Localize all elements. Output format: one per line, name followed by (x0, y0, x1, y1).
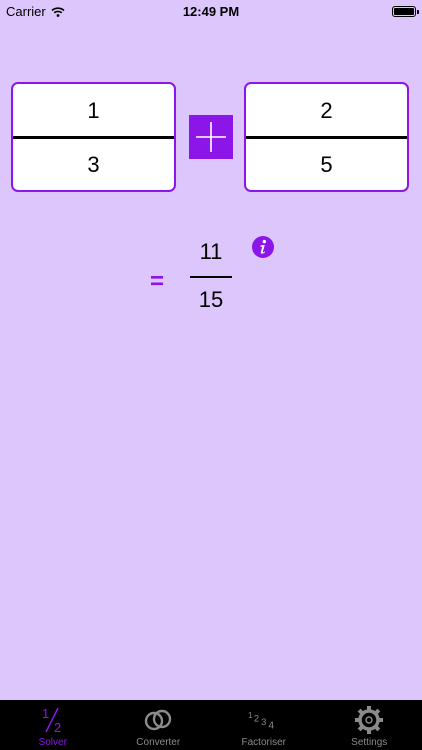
tab-settings-label: Settings (351, 737, 388, 748)
fraction-a-divider (13, 136, 174, 139)
tab-solver[interactable]: 1 2 Solver (0, 700, 106, 750)
tab-factoriser-label: Factoriser (241, 737, 286, 748)
svg-text:1: 1 (42, 706, 49, 721)
result-divider (190, 276, 232, 278)
status-bar: Carrier 12:49 PM (0, 0, 422, 22)
tab-settings[interactable]: Settings (317, 700, 422, 750)
fraction-b-denominator-input[interactable] (246, 140, 407, 190)
tab-converter-label: Converter (136, 737, 181, 748)
fraction-b-box (244, 82, 409, 192)
result-denominator: 15 (198, 287, 224, 312)
svg-text:2: 2 (54, 720, 61, 735)
svg-text:2: 2 (254, 713, 259, 724)
numbers-1234-icon: 1 2 3 4 (248, 711, 274, 732)
tab-converter[interactable]: Converter (106, 700, 212, 750)
plus-icon (196, 122, 226, 152)
fraction-a-numerator-input[interactable] (13, 86, 174, 136)
operator-button[interactable] (189, 115, 233, 159)
gear-icon (355, 706, 384, 734)
tab-bar: 1 2 Solver Converter 1 2 3 4 Factoriser (0, 700, 422, 750)
equals-sign: = (150, 268, 165, 295)
fraction-b-numerator-input[interactable] (246, 86, 407, 136)
svg-text:1: 1 (248, 711, 253, 720)
info-icon[interactable] (252, 236, 274, 258)
half-fraction-icon: 1 2 (42, 706, 61, 735)
svg-text:3: 3 (261, 717, 266, 728)
tab-solver-label: Solver (38, 737, 67, 748)
svg-text:4: 4 (268, 721, 274, 732)
fraction-a-box (11, 82, 176, 192)
fraction-a-denominator-input[interactable] (13, 140, 174, 190)
battery-icon (392, 6, 419, 17)
result-numerator: 11 (199, 239, 223, 264)
tab-factoriser[interactable]: 1 2 3 4 Factoriser (211, 700, 317, 750)
status-time: 12:49 PM (182, 4, 240, 19)
link-rings-icon (145, 709, 172, 731)
fraction-b-divider (246, 136, 407, 139)
